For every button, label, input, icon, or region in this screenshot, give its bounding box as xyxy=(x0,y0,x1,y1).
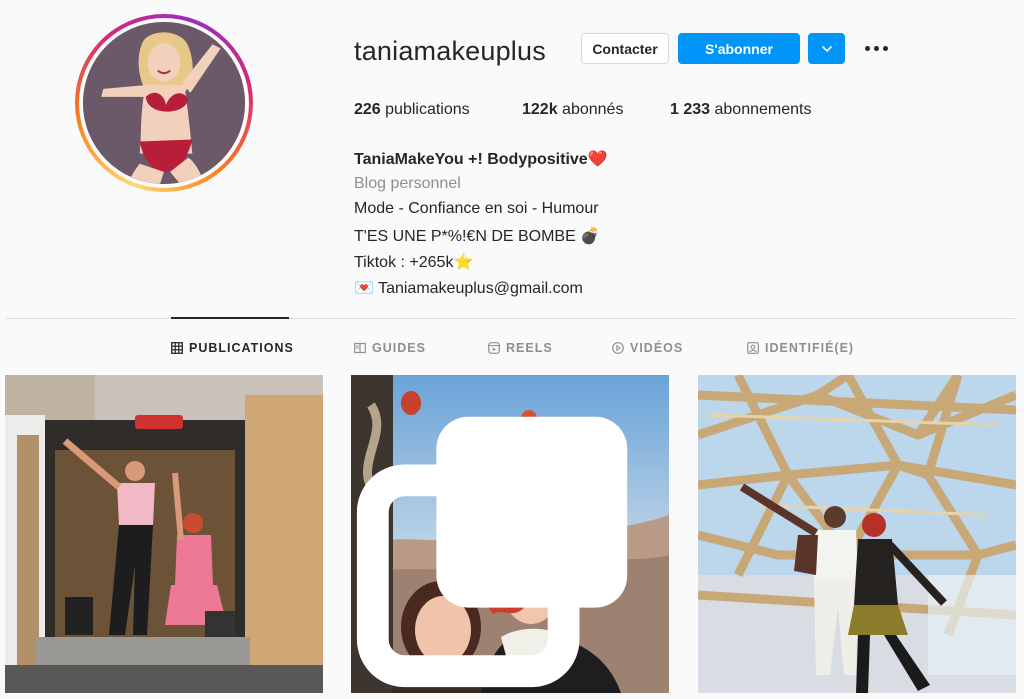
reels-icon xyxy=(488,342,500,354)
posts-count-stat: 226 publications xyxy=(354,101,470,119)
bio-line-1: Mode - Confiance en soi - Humour xyxy=(354,200,599,217)
more-options-icon xyxy=(873,45,879,51)
bio-email-line: 💌 Taniamakeuplus@gmail.com xyxy=(354,278,583,298)
tab-reels[interactable]: REELS xyxy=(488,340,553,356)
tagged-icon xyxy=(747,342,759,354)
contact-button[interactable]: Contacter xyxy=(581,33,669,64)
tab-guides[interactable]: GUIDES xyxy=(354,340,426,356)
tab-reels-label: REELS xyxy=(506,341,553,355)
more-options-icon xyxy=(882,45,888,51)
following-label: abonnements xyxy=(714,101,812,118)
carousel-icon xyxy=(356,416,628,688)
heart-emoji-icon: ❤️ xyxy=(587,151,608,168)
display-name-text: TaniaMakeYou +! Bodypositive xyxy=(354,151,588,168)
post-thumbnail[interactable] xyxy=(351,375,669,693)
more-options-icon xyxy=(864,45,870,51)
bomb-emoji-icon: 💣 xyxy=(580,228,601,245)
following-stat[interactable]: 1 233 abonnements xyxy=(670,101,811,119)
star-emoji-icon: ⭐ xyxy=(453,254,474,271)
avatar-illustration xyxy=(83,22,245,184)
video-play-icon xyxy=(612,342,624,354)
tab-videos[interactable]: VIDÉOS xyxy=(612,340,683,356)
active-tab-indicator xyxy=(171,317,289,319)
followers-count: 122k xyxy=(522,101,558,118)
posts-count: 226 xyxy=(354,101,381,118)
tab-guides-label: GUIDES xyxy=(372,341,426,355)
avatar-story-ring[interactable] xyxy=(75,14,253,192)
bio-line-2-text: T'ES UNE P*%!€N DE BOMBE xyxy=(354,228,576,245)
tab-publications-label: PUBLICATIONS xyxy=(189,341,294,355)
suggestions-dropdown-button[interactable] xyxy=(808,33,845,64)
more-options-button[interactable] xyxy=(862,38,890,58)
post-thumbnail[interactable] xyxy=(5,375,323,693)
love-letter-emoji-icon: 💌 xyxy=(354,280,374,297)
tab-tagged[interactable]: IDENTIFIÉ(E) xyxy=(747,340,854,356)
tabs-divider xyxy=(6,318,1015,319)
avatar-ring-gap xyxy=(79,18,249,188)
post-thumbnail[interactable] xyxy=(698,375,1016,693)
followers-stat[interactable]: 122k abonnés xyxy=(522,101,623,119)
tab-publications[interactable]: PUBLICATIONS xyxy=(171,340,294,356)
bio-line-2: T'ES UNE P*%!€N DE BOMBE 💣 xyxy=(354,226,600,246)
posts-label: publications xyxy=(385,101,470,118)
post-image-lattice xyxy=(698,375,1016,693)
following-count: 1 233 xyxy=(670,101,711,118)
follow-button[interactable]: S'abonner xyxy=(678,33,800,64)
tab-videos-label: VIDÉOS xyxy=(630,341,684,355)
profile-username: taniamakeuplus xyxy=(354,36,546,66)
bio-display-name: TaniaMakeYou +! Bodypositive❤️ xyxy=(354,149,608,169)
post-image-van xyxy=(5,375,323,693)
guide-icon xyxy=(354,342,366,354)
bio-line-3-text: Tiktok : +265k xyxy=(354,254,454,271)
bio-line-3: Tiktok : +265k⭐ xyxy=(354,252,473,272)
bio-email: Taniamakeuplus@gmail.com xyxy=(378,280,583,297)
avatar[interactable] xyxy=(83,22,245,184)
followers-label: abonnés xyxy=(562,101,624,118)
grid-icon xyxy=(171,342,183,354)
bio-category: Blog personnel xyxy=(354,175,461,192)
chevron-down-icon xyxy=(821,45,832,52)
tab-tagged-label: IDENTIFIÉ(E) xyxy=(765,341,855,355)
